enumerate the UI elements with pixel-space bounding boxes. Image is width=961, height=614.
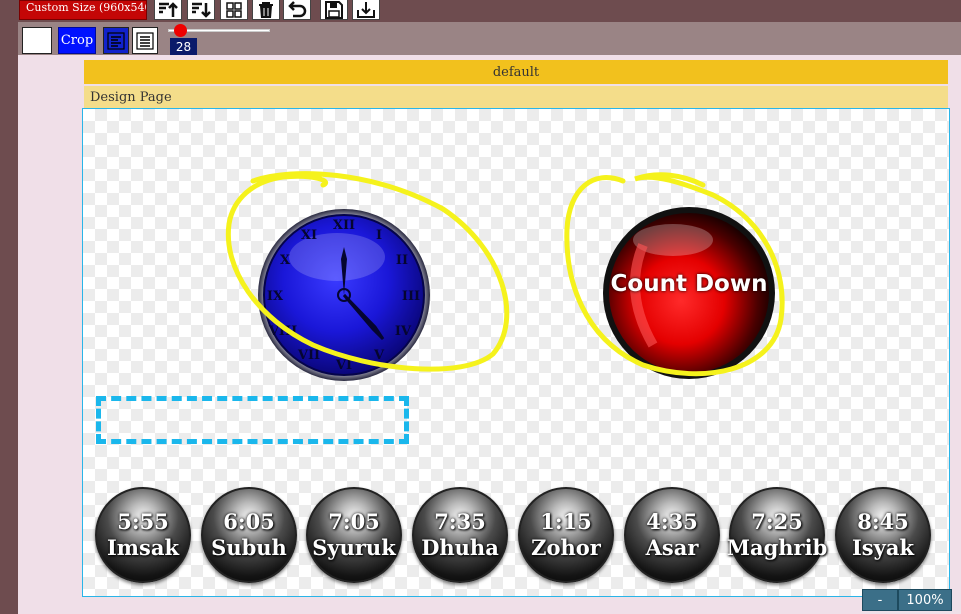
selected-text-box[interactable] bbox=[96, 396, 409, 444]
align-justify-button[interactable] bbox=[132, 27, 158, 54]
secondary-toolbar bbox=[18, 22, 961, 55]
prayer-times-row: 5:55 Imsak 6:05 Subuh 7:05 Syuruk 7:35 D… bbox=[95, 487, 939, 587]
prayer-time: 7:35 bbox=[434, 509, 486, 534]
undo-button[interactable] bbox=[283, 0, 311, 20]
prayer-time: 7:05 bbox=[328, 509, 380, 534]
svg-text:V: V bbox=[373, 348, 385, 363]
prayer-time: 7:25 bbox=[751, 509, 803, 534]
download-icon bbox=[357, 2, 375, 18]
prayer-maghrib[interactable]: 7:25 Maghrib bbox=[726, 487, 828, 583]
prayer-time: 6:05 bbox=[223, 509, 275, 534]
zoom-out-button[interactable]: - bbox=[862, 589, 898, 611]
prayer-syuruk[interactable]: 7:05 Syuruk bbox=[306, 487, 402, 583]
page-title-bar: default bbox=[84, 60, 948, 84]
svg-text:XI: XI bbox=[301, 228, 317, 243]
svg-text:III: III bbox=[402, 289, 420, 304]
prayer-name: Imsak bbox=[106, 535, 180, 560]
prayer-asar[interactable]: 4:35 Asar bbox=[624, 487, 720, 583]
grid-button[interactable] bbox=[220, 0, 248, 20]
prayer-dhuha[interactable]: 7:35 Dhuha bbox=[412, 487, 508, 583]
svg-text:VI: VI bbox=[335, 358, 352, 373]
prayer-name: Maghrib bbox=[726, 535, 828, 560]
trash-icon bbox=[259, 2, 273, 18]
sort-descending-button[interactable] bbox=[187, 0, 215, 20]
countdown-label: Count Down bbox=[610, 271, 768, 297]
svg-text:I: I bbox=[376, 228, 382, 243]
sort-ascending-button[interactable] bbox=[154, 0, 182, 20]
svg-text:II: II bbox=[396, 253, 408, 268]
delete-button[interactable] bbox=[252, 0, 280, 20]
prayer-subuh[interactable]: 6:05 Subuh bbox=[201, 487, 297, 583]
prayer-time: 8:45 bbox=[857, 509, 909, 534]
svg-text:VII: VII bbox=[297, 348, 320, 363]
svg-text:VIII: VIII bbox=[268, 324, 297, 339]
prayer-time: 5:55 bbox=[117, 509, 169, 534]
align-left-icon bbox=[107, 31, 125, 50]
font-size-slider-thumb[interactable] bbox=[174, 24, 187, 37]
analog-clock-widget[interactable]: XII I II III IV V VI VII VIII IX X XI bbox=[255, 207, 433, 383]
download-button[interactable] bbox=[352, 0, 380, 20]
prayer-zohor[interactable]: 1:15 Zohor bbox=[518, 487, 614, 583]
align-justify-icon bbox=[136, 31, 154, 50]
left-sidebar-strip bbox=[0, 0, 18, 614]
svg-text:XII: XII bbox=[333, 218, 355, 233]
prayer-time: 1:15 bbox=[540, 509, 592, 534]
prayer-name: Dhuha bbox=[421, 535, 499, 560]
crop-button[interactable]: Crop bbox=[58, 27, 96, 54]
color-swatch-button[interactable] bbox=[22, 27, 52, 54]
grid-icon bbox=[226, 2, 242, 18]
design-canvas[interactable]: XII I II III IV V VI VII VIII IX X XI Co… bbox=[82, 108, 950, 597]
save-icon bbox=[325, 1, 343, 19]
prayer-time: 4:35 bbox=[646, 509, 698, 534]
undo-icon bbox=[288, 1, 307, 18]
save-button[interactable] bbox=[320, 0, 348, 20]
sort-ascending-icon bbox=[159, 2, 178, 17]
prayer-name: Zohor bbox=[531, 535, 601, 560]
font-size-value: 28 bbox=[170, 38, 197, 55]
zoom-level[interactable]: 100% bbox=[898, 589, 952, 611]
prayer-name: Subuh bbox=[211, 535, 287, 560]
svg-text:IV: IV bbox=[395, 324, 412, 339]
countdown-widget[interactable]: Count Down bbox=[603, 205, 775, 381]
prayer-name: Isyak bbox=[851, 535, 914, 560]
design-page-label: Design Page bbox=[84, 86, 948, 108]
prayer-imsak[interactable]: 5:55 Imsak bbox=[95, 487, 191, 583]
sort-descending-icon bbox=[192, 2, 211, 18]
align-left-button[interactable] bbox=[103, 27, 129, 54]
svg-text:X: X bbox=[280, 253, 291, 268]
prayer-name: Syuruk bbox=[312, 535, 396, 560]
canvas-size-button[interactable]: Custom Size (960x540) bbox=[19, 0, 147, 20]
prayer-name: Asar bbox=[645, 535, 699, 560]
svg-text:IX: IX bbox=[267, 289, 284, 304]
prayer-isyak[interactable]: 8:45 Isyak bbox=[835, 487, 931, 583]
